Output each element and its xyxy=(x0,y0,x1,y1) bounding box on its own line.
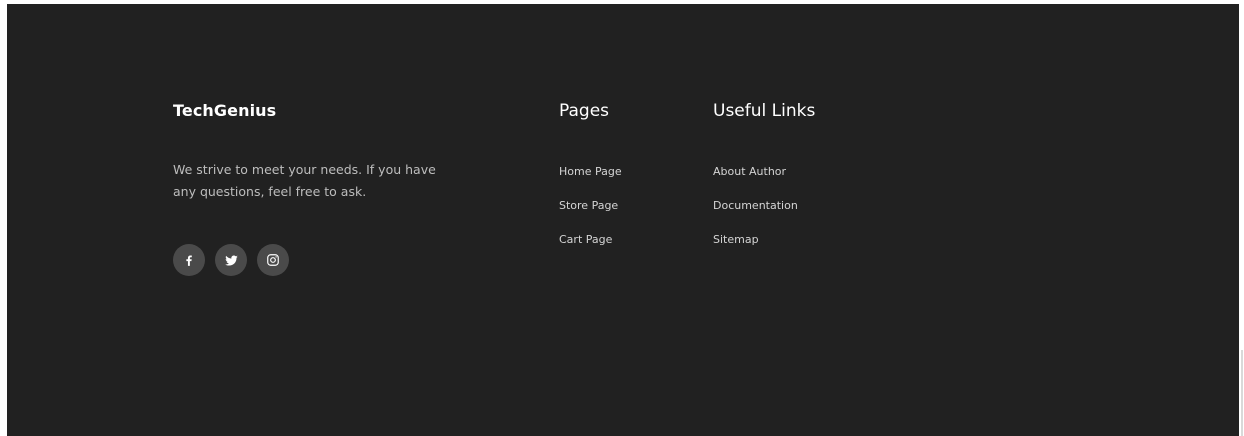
list-item: About Author xyxy=(713,165,798,199)
list-item: Cart Page xyxy=(559,233,622,267)
useful-link-list: About Author Documentation Sitemap xyxy=(713,165,798,267)
documentation-link[interactable]: Documentation xyxy=(713,199,798,212)
twitter-button[interactable] xyxy=(215,244,247,276)
twitter-icon xyxy=(224,254,238,266)
scrollbar-edge[interactable] xyxy=(1241,350,1243,436)
footer-about-text: We strive to meet your needs. If you hav… xyxy=(173,162,436,199)
cart-page-link[interactable]: Cart Page xyxy=(559,233,612,246)
list-item: Documentation xyxy=(713,199,798,233)
about-author-link[interactable]: About Author xyxy=(713,165,786,178)
footer-brand-name: TechGenius xyxy=(173,101,277,120)
sitemap-link[interactable]: Sitemap xyxy=(713,233,759,246)
instagram-button[interactable] xyxy=(257,244,289,276)
facebook-button[interactable] xyxy=(173,244,205,276)
list-item: Store Page xyxy=(559,199,622,233)
page-viewport: TechGenius We strive to meet your needs.… xyxy=(0,0,1244,436)
facebook-icon xyxy=(186,255,192,266)
site-footer: TechGenius We strive to meet your needs.… xyxy=(7,4,1239,436)
pages-link-list: Home Page Store Page Cart Page xyxy=(559,165,622,267)
useful-links-heading: Useful Links xyxy=(713,101,816,121)
pages-heading: Pages xyxy=(559,101,610,121)
social-links xyxy=(173,244,289,276)
list-item: Sitemap xyxy=(713,233,798,267)
instagram-icon xyxy=(267,254,279,266)
home-page-link[interactable]: Home Page xyxy=(559,165,622,178)
list-item: Home Page xyxy=(559,165,622,199)
store-page-link[interactable]: Store Page xyxy=(559,199,618,212)
